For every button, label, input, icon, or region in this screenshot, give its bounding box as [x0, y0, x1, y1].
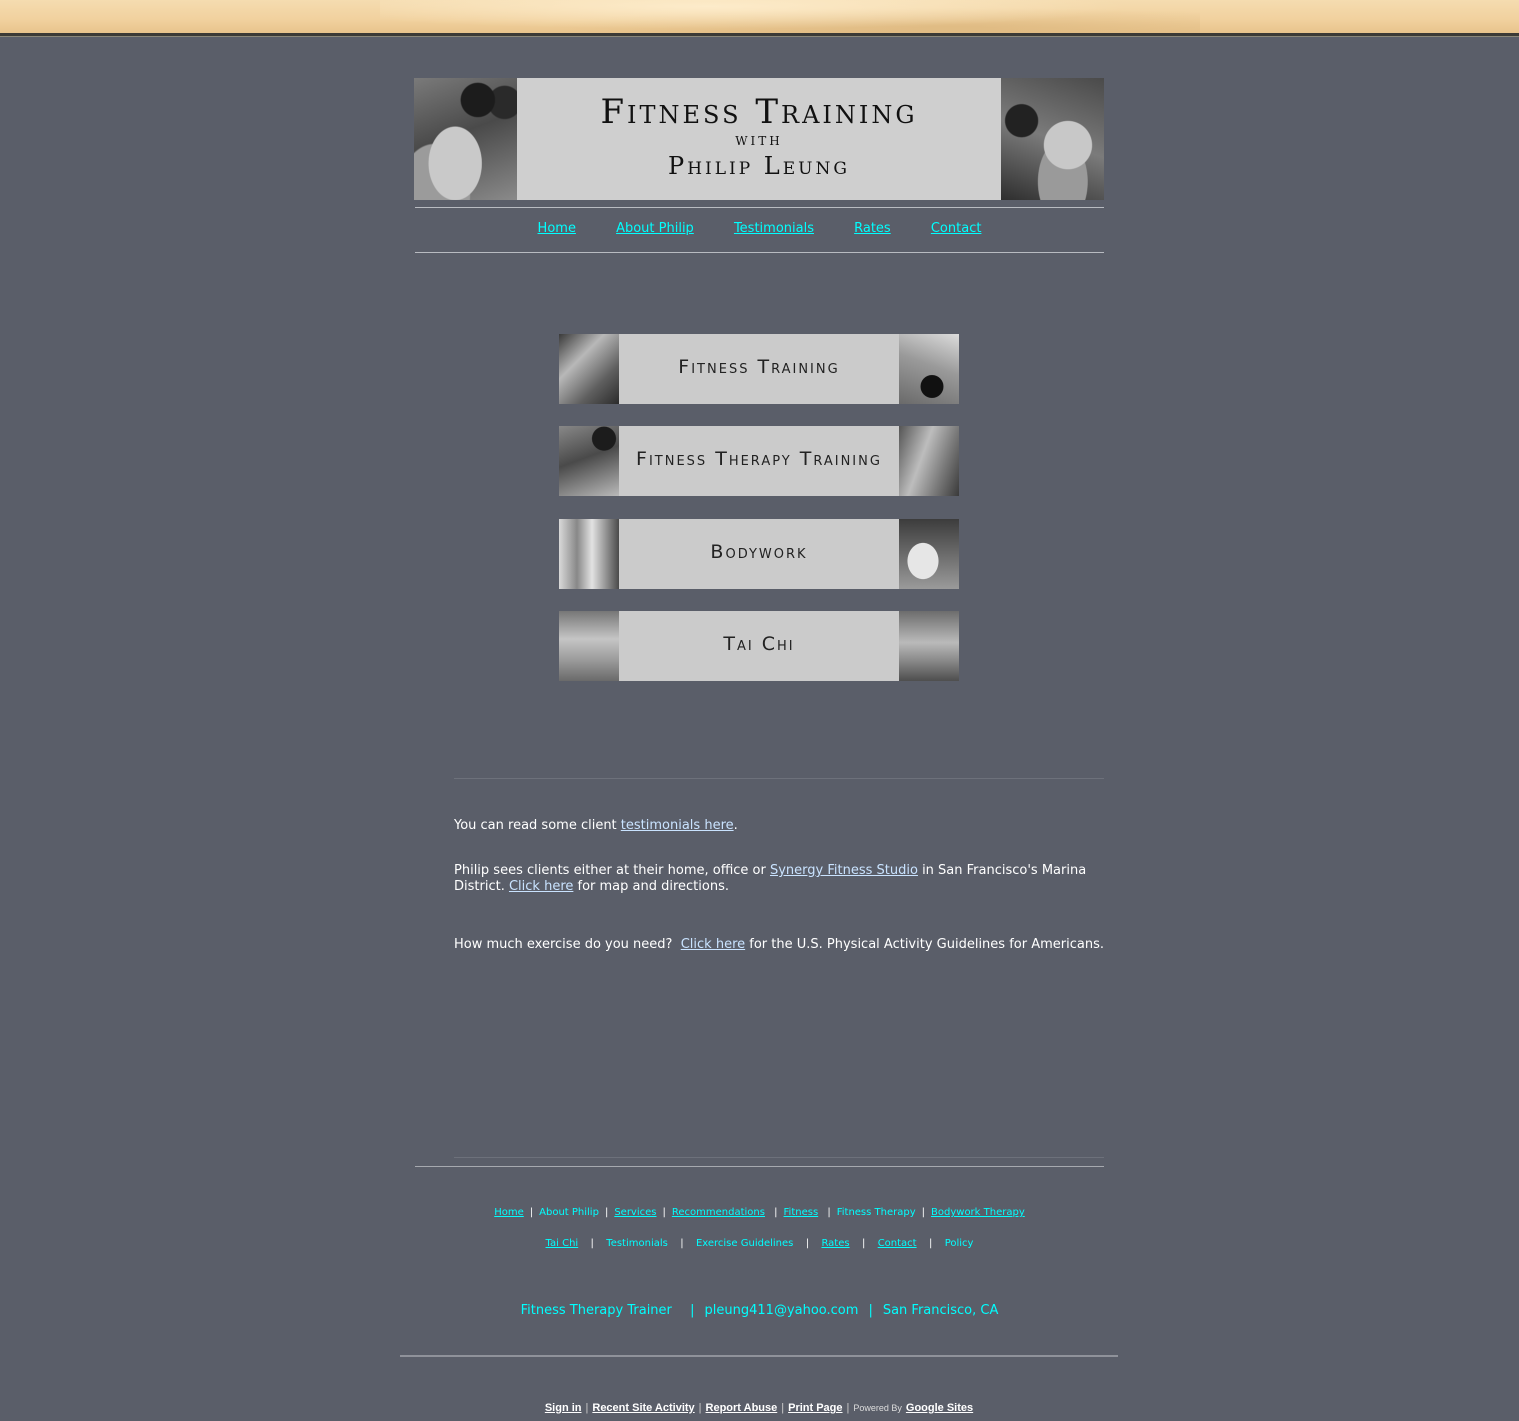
- footer-links-row-1: Home | About Philip | Services | Recommendatio…: [415, 1207, 1104, 1218]
- banner-with: WITH: [735, 134, 783, 148]
- service-photo-right: [899, 611, 959, 681]
- powered-by-label: Powered By: [853, 1403, 902, 1413]
- service-label: Tai Chi: [723, 633, 795, 655]
- footer-rule: [415, 1166, 1104, 1167]
- service-photo-right: [899, 519, 959, 589]
- print-page-link[interactable]: Print Page: [788, 1402, 842, 1414]
- footer-link-policy[interactable]: Policy: [945, 1238, 974, 1249]
- separator: |: [868, 1303, 873, 1318]
- separator: |: [662, 1207, 666, 1218]
- contact-location: San Francisco, CA: [882, 1303, 999, 1318]
- nav-contact[interactable]: Contact: [931, 221, 982, 236]
- footer-link-fitness[interactable]: Fitness: [784, 1207, 819, 1218]
- separator: |: [922, 1238, 939, 1249]
- separator: |: [584, 1238, 601, 1249]
- guidelines-link[interactable]: Click here: [681, 937, 745, 952]
- text: for the U.S. Physical Activity Guideline…: [745, 937, 1104, 952]
- content-rule: [454, 778, 1104, 779]
- separator: |: [529, 1207, 534, 1218]
- text: How much exercise do you need?: [454, 937, 681, 952]
- footer-link-testimonials[interactable]: Testimonials: [606, 1238, 668, 1249]
- text: .: [733, 818, 738, 833]
- separator: |: [824, 1207, 831, 1218]
- separator: |: [781, 1402, 785, 1414]
- location-paragraph: Philip sees clients either at their home…: [454, 863, 1104, 895]
- nav-rule-bottom: [415, 252, 1104, 253]
- content-rule-bottom: [454, 1157, 1104, 1158]
- banner-name: Philip Leung: [668, 152, 850, 180]
- footer-link-tai-chi[interactable]: Tai Chi: [546, 1238, 579, 1249]
- footer-links-row-2: Tai Chi | Testimonials | Exercise Guidel…: [415, 1238, 1104, 1249]
- service-photo-left: [559, 426, 619, 496]
- header-banner: Fitness Training WITH Philip Leung: [414, 78, 1104, 200]
- report-abuse-link[interactable]: Report Abuse: [706, 1402, 778, 1414]
- separator: |: [855, 1238, 872, 1249]
- google-sites-bar: Sign in | Recent Site Activity | Report Abus…: [400, 1402, 1118, 1414]
- service-photo-right: [899, 334, 959, 404]
- footer-link-contact[interactable]: Contact: [878, 1238, 917, 1249]
- testimonials-link[interactable]: testimonials here: [621, 818, 734, 833]
- separator: |: [604, 1207, 609, 1218]
- separator: |: [846, 1402, 850, 1414]
- separator: |: [799, 1238, 816, 1249]
- nav-about-philip[interactable]: About Philip: [616, 221, 694, 236]
- banner-photo-left: [414, 78, 517, 200]
- service-label: Fitness Training: [678, 356, 840, 378]
- map-link[interactable]: Click here: [509, 879, 573, 894]
- banner-photo-right: [1001, 78, 1104, 200]
- sign-in-link[interactable]: Sign in: [545, 1402, 582, 1414]
- service-photo-left: [559, 611, 619, 681]
- service-button-tai-chi[interactable]: Tai Chi: [559, 611, 959, 681]
- footer-link-rates[interactable]: Rates: [821, 1238, 849, 1249]
- testimonials-paragraph: You can read some client testimonials he…: [454, 818, 1104, 834]
- separator: |: [921, 1207, 926, 1218]
- separator: |: [681, 1303, 695, 1318]
- service-photo-left: [559, 519, 619, 589]
- top-sand-strip: [0, 0, 1519, 33]
- contact-role: Fitness Therapy Trainer: [520, 1303, 672, 1318]
- contact-line: Fitness Therapy Trainer | pleung411@yahoo…: [415, 1303, 1104, 1318]
- separator: |: [698, 1402, 702, 1414]
- nav-home[interactable]: Home: [538, 221, 576, 236]
- separator: |: [673, 1238, 690, 1249]
- top-rule: [0, 33, 1519, 37]
- service-button-bodywork[interactable]: Bodywork: [559, 519, 959, 589]
- nav-rates[interactable]: Rates: [854, 221, 891, 236]
- footer-link-about-philip[interactable]: About Philip: [539, 1207, 599, 1218]
- service-photo-left: [559, 334, 619, 404]
- service-button-fitness-training[interactable]: Fitness Training: [559, 334, 959, 404]
- recent-activity-link[interactable]: Recent Site Activity: [592, 1402, 694, 1414]
- nav-rule-top: [415, 207, 1104, 208]
- service-photo-right: [899, 426, 959, 496]
- footer-link-recommendations[interactable]: Recommendations: [672, 1207, 765, 1218]
- separator: |: [770, 1207, 778, 1218]
- footer-link-services[interactable]: Services: [614, 1207, 656, 1218]
- nav-testimonials[interactable]: Testimonials: [734, 221, 814, 236]
- text: You can read some client: [454, 818, 621, 833]
- guidelines-paragraph: How much exercise do you need? Click her…: [454, 937, 1104, 953]
- banner-title: Fitness Training: [600, 92, 918, 132]
- service-label: Fitness Therapy Training: [636, 448, 882, 470]
- service-label: Bodywork: [710, 541, 808, 563]
- text: Philip sees clients either at their home…: [454, 863, 770, 878]
- text: for map and directions.: [573, 879, 730, 894]
- contact-email: pleung411@yahoo.com: [704, 1303, 859, 1318]
- footer-link-exercise-guidelines[interactable]: Exercise Guidelines: [696, 1238, 793, 1249]
- footer-link-bodywork-therapy[interactable]: Bodywork Therapy: [931, 1207, 1025, 1218]
- top-nav: Home About Philip Testimonials Rates Con…: [415, 221, 1104, 236]
- sand-texture: [380, 0, 1200, 33]
- separator: |: [585, 1402, 589, 1414]
- bottom-rule: [400, 1355, 1118, 1357]
- google-sites-link[interactable]: Google Sites: [906, 1402, 973, 1414]
- footer-link-home[interactable]: Home: [494, 1207, 524, 1218]
- footer-link-fitness-therapy[interactable]: Fitness Therapy: [837, 1207, 916, 1218]
- synergy-studio-link[interactable]: Synergy Fitness Studio: [770, 863, 918, 878]
- service-button-fitness-therapy-training[interactable]: Fitness Therapy Training: [559, 426, 959, 496]
